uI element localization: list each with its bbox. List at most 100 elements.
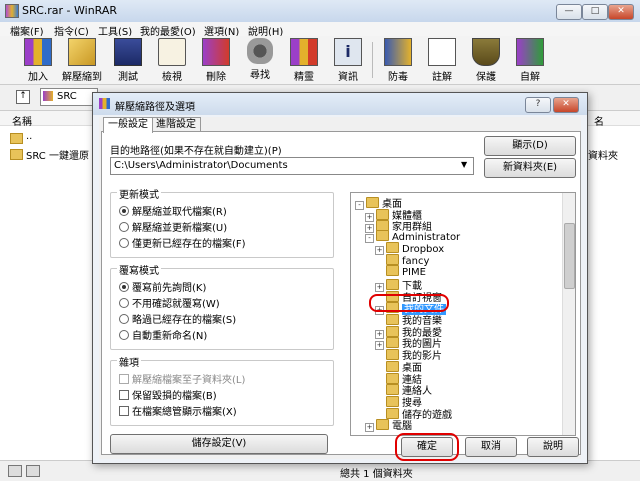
address-field[interactable]: SRC bbox=[40, 88, 98, 106]
up-folder-icon[interactable]: ↑ bbox=[16, 90, 30, 104]
status-text: 總共 1 個資料夾 bbox=[340, 469, 413, 480]
group-title: 雜項 bbox=[117, 354, 141, 369]
protect-icon bbox=[472, 38, 500, 66]
skip-existing-radio[interactable]: 略過已經存在的檔案(S) bbox=[119, 311, 236, 326]
maximize-button[interactable]: □ bbox=[582, 4, 608, 20]
folder-icon bbox=[376, 230, 389, 242]
menu-bar: 檔案(F) 指令(C) 工具(S) 我的最愛(O) 選項(N) 說明(H) bbox=[0, 22, 640, 38]
show-in-explorer-checkbox[interactable]: 在檔案總管顯示檔案(X) bbox=[119, 403, 237, 418]
highlight-my-documents bbox=[369, 294, 449, 312]
chevron-down-icon[interactable]: ▼ bbox=[461, 160, 467, 169]
radio-dot bbox=[119, 314, 129, 324]
radio-dot bbox=[119, 282, 129, 292]
info-icon: i bbox=[334, 38, 362, 66]
toolbar-sfx-button[interactable]: 自解 bbox=[510, 38, 550, 83]
option-label: 僅更新已經存在的檔案(F) bbox=[132, 239, 246, 250]
option-label: 不用確認就覆寫(W) bbox=[132, 299, 220, 310]
collapse-icon[interactable]: - bbox=[355, 201, 364, 210]
overwrite-ask-radio[interactable]: 覆寫前先詢問(K) bbox=[119, 279, 206, 294]
group-title: 更新模式 bbox=[117, 186, 161, 201]
overwrite-without-prompt-radio[interactable]: 不用確認就覆寫(W) bbox=[119, 295, 220, 310]
collapse-icon[interactable]: - bbox=[365, 234, 374, 244]
toolbar-extract-to-button[interactable]: 解壓縮到 bbox=[62, 38, 102, 83]
option-label: 覆寫前先詢問(K) bbox=[132, 283, 207, 294]
key-icon bbox=[26, 465, 40, 477]
tree-node-label: 電腦 bbox=[392, 421, 412, 433]
toolbar-view-button[interactable]: 檢視 bbox=[152, 38, 192, 83]
folder-icon bbox=[386, 253, 399, 265]
folder-icon bbox=[386, 241, 399, 253]
overwrite-mode-group: 覆寫模式 覆寫前先詢問(K) 不用確認就覆寫(W) 略過已經存在的檔案(S) 自… bbox=[110, 262, 334, 350]
folder-icon bbox=[10, 133, 23, 144]
option-label: 在檔案總管顯示檔案(X) bbox=[132, 407, 237, 418]
scrollbar-thumb[interactable] bbox=[564, 223, 575, 289]
list-item-name: SRC 一鍵還原 bbox=[26, 151, 89, 162]
column-name[interactable]: 名稱 bbox=[12, 113, 32, 128]
close-button[interactable]: ✕ bbox=[608, 4, 634, 20]
toolbar-comment-button[interactable]: 註解 bbox=[422, 38, 462, 83]
drive-icon bbox=[8, 465, 22, 477]
radio-dot bbox=[119, 298, 129, 308]
extract-options-dialog: 解壓縮路徑及選項 ? ✕ 一般設定 進階設定 目的地路徑(如果不存在就自動建立)… bbox=[92, 92, 588, 464]
toolbar-add-button[interactable]: 加入 bbox=[18, 38, 58, 83]
checkbox-box bbox=[119, 390, 129, 400]
minimize-button[interactable]: — bbox=[556, 4, 582, 20]
help-icon-button[interactable]: ? bbox=[525, 97, 551, 113]
dest-path-combobox[interactable]: C:\Users\Administrator\Documents ▼ bbox=[110, 157, 474, 175]
update-mode-group: 更新模式 解壓縮並取代檔案(R) 解壓縮並更新檔案(U) 僅更新已經存在的檔案(… bbox=[110, 186, 334, 258]
find-icon bbox=[247, 38, 273, 64]
show-button[interactable]: 顯示(D) bbox=[484, 136, 576, 156]
dialog-close-button[interactable]: ✕ bbox=[553, 97, 579, 113]
help-button[interactable]: 說明 bbox=[527, 437, 579, 457]
sfx-icon bbox=[516, 38, 544, 66]
update-freshen-radio[interactable]: 解壓縮並更新檔案(U) bbox=[119, 219, 227, 234]
dest-path-label: 目的地路徑(如果不存在就自動建立)(P) bbox=[110, 146, 282, 157]
toolbar-delete-button[interactable]: 刪除 bbox=[196, 38, 236, 83]
toolbar-info-button[interactable]: i 資訊 bbox=[328, 38, 368, 83]
extract-to-subfolder-checkbox[interactable]: 解壓縮檔案至子資料夾(L) bbox=[119, 371, 245, 386]
toolbar-separator bbox=[372, 42, 373, 78]
toolbar-label: 自解 bbox=[520, 72, 540, 83]
save-settings-button[interactable]: 儲存設定(V) bbox=[110, 434, 328, 454]
option-label: 解壓縮檔案至子資料夾(L) bbox=[132, 375, 246, 386]
title-bar: SRC.rar - WinRAR — □ ✕ bbox=[0, 0, 640, 23]
toolbar-label: 測試 bbox=[118, 72, 138, 83]
dialog-title: 解壓縮路徑及選項 bbox=[115, 102, 195, 113]
toolbar-label: 尋找 bbox=[250, 70, 270, 81]
toolbar-virus-scan-button[interactable]: 防毒 bbox=[378, 38, 418, 83]
extract-to-icon bbox=[68, 38, 96, 66]
tree-node[interactable]: + 電腦 bbox=[365, 417, 412, 433]
toolbar-label: 加入 bbox=[28, 72, 48, 83]
app-title: SRC.rar - WinRAR bbox=[22, 4, 118, 17]
tab-advanced[interactable]: 進階設定 bbox=[151, 117, 201, 132]
toolbar-protect-button[interactable]: 保護 bbox=[466, 38, 506, 83]
radio-dot bbox=[119, 330, 129, 340]
toolbar-label: 資訊 bbox=[338, 72, 358, 83]
checkbox-box bbox=[119, 374, 129, 384]
comment-icon bbox=[428, 38, 456, 66]
option-label: 保留毀損的檔案(B) bbox=[132, 391, 217, 402]
update-replace-radio[interactable]: 解壓縮並取代檔案(R) bbox=[119, 203, 227, 218]
column-right-partial[interactable]: 名 bbox=[594, 113, 604, 128]
list-item-name: .. bbox=[26, 131, 33, 142]
expand-icon[interactable]: + bbox=[365, 423, 374, 433]
toolbar-label: 保護 bbox=[476, 72, 496, 83]
auto-rename-radio[interactable]: 自動重新命名(N) bbox=[119, 327, 207, 342]
tree-scrollbar[interactable] bbox=[562, 193, 575, 435]
folder-tree[interactable]: - 桌面 + 媒體櫃 + 家用群組 - Administrator + Dropbox fancy P… bbox=[350, 192, 576, 436]
toolbar-find-button[interactable]: 尋找 bbox=[240, 38, 280, 82]
dialog-body: 一般設定 進階設定 目的地路徑(如果不存在就自動建立)(P) C:\Users\… bbox=[99, 117, 581, 461]
option-label: 解壓縮並取代檔案(R) bbox=[132, 207, 227, 218]
keep-broken-files-checkbox[interactable]: 保留毀損的檔案(B) bbox=[119, 387, 217, 402]
update-existing-radio[interactable]: 僅更新已經存在的檔案(F) bbox=[119, 235, 246, 250]
view-icon bbox=[158, 38, 186, 66]
toolbar-wizard-button[interactable]: 精靈 bbox=[284, 38, 324, 83]
toolbar-label: 檢視 bbox=[162, 72, 182, 83]
toolbar-label: 解壓縮到 bbox=[62, 72, 102, 83]
tab-general[interactable]: 一般設定 bbox=[103, 117, 153, 133]
test-icon bbox=[114, 38, 142, 66]
address-value: SRC bbox=[57, 91, 77, 102]
new-folder-button[interactable]: 新資料夾(E) bbox=[484, 158, 576, 178]
toolbar-test-button[interactable]: 測試 bbox=[108, 38, 148, 83]
cancel-button[interactable]: 取消 bbox=[465, 437, 517, 457]
